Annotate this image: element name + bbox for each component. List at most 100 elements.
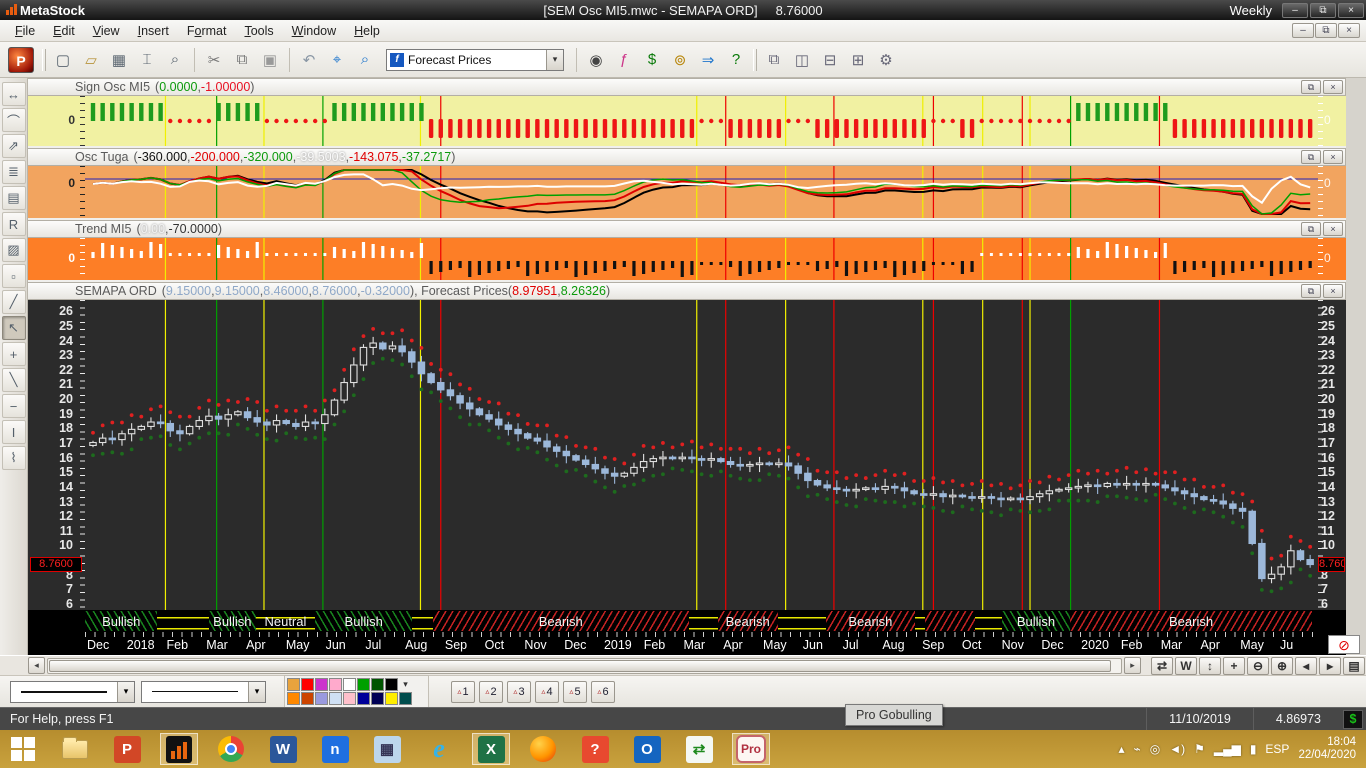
line-style-combo[interactable]: ▾ <box>10 680 135 703</box>
price-restore-button[interactable]: ⧉ <box>1301 284 1321 298</box>
rectangle-tool[interactable]: ▫ <box>1 264 26 288</box>
taskbar-help[interactable]: ? <box>576 733 614 765</box>
trend-restore-button[interactable]: ⧉ <box>1301 222 1321 236</box>
arrange-grid-button[interactable]: ⊞ <box>845 47 871 73</box>
chart-template-button-4[interactable]: ▵ 4 <box>535 680 559 703</box>
sign_osc-close-button[interactable]: × <box>1323 80 1343 94</box>
previous-chart-button[interactable]: ◂ <box>1295 656 1317 675</box>
down-line-tool[interactable]: ╲ <box>1 368 26 392</box>
chart-menu-button[interactable]: ▤ <box>1343 656 1365 675</box>
forecaster-button[interactable]: ⇒ <box>695 47 721 73</box>
taskbar-firefox[interactable] <box>524 733 562 765</box>
toolbar-drag-handle[interactable] <box>42 48 46 71</box>
minimize-button[interactable]: – <box>1282 2 1308 18</box>
menu-file[interactable]: File <box>6 22 44 40</box>
taskbar-powerpoint[interactable]: P <box>108 733 146 765</box>
chevron-down-icon[interactable]: ▾ <box>117 681 134 702</box>
color-swatch-ffffff[interactable] <box>343 678 356 691</box>
color-swatch-000055[interactable] <box>371 692 384 705</box>
trendline-tool[interactable]: ⇗ <box>1 134 26 158</box>
language-indicator[interactable]: ESP <box>1265 742 1289 756</box>
flag-icon[interactable]: ⚑ <box>1194 742 1205 756</box>
hatch-tool[interactable]: ▨ <box>1 238 26 262</box>
line-tool[interactable]: ╱ <box>1 290 26 314</box>
menu-view[interactable]: View <box>84 22 129 40</box>
cascade-windows-button[interactable]: ⧉ <box>761 47 787 73</box>
color-swatch-ff0000[interactable] <box>301 678 314 691</box>
taskbar-explorer[interactable] <box>56 733 94 765</box>
chart-template-button-5[interactable]: ▵ 5 <box>563 680 587 703</box>
toolbar-drag-handle-2[interactable] <box>753 48 757 71</box>
periodicity-weekly-button[interactable]: W <box>1175 656 1197 675</box>
refresh-button[interactable]: ⇄ <box>1151 656 1173 675</box>
chart-template-button-3[interactable]: ▵ 3 <box>507 680 531 703</box>
next-chart-button[interactable]: ▸ <box>1319 656 1341 675</box>
color-swatch-004d4d[interactable] <box>399 692 412 705</box>
new-chart-button[interactable]: ▢ <box>50 47 76 73</box>
taskbar-sync[interactable]: ⇄ <box>680 733 718 765</box>
chart-template-button-1[interactable]: ▵ 1 <box>451 680 475 703</box>
chevron-down-icon[interactable]: ▾ <box>248 681 265 702</box>
menu-insert[interactable]: Insert <box>129 22 178 40</box>
menu-format[interactable]: Format <box>178 22 236 40</box>
restore-button[interactable]: ⧉ <box>1310 2 1336 18</box>
zoom-in-button[interactable]: ⊕ <box>1271 656 1293 675</box>
pointer-tool[interactable]: ↖ <box>1 316 26 340</box>
speed-lines-tool[interactable]: ≣ <box>1 160 26 184</box>
sign_osc-plot[interactable] <box>85 96 1318 146</box>
scroll-right-button[interactable]: ▸ <box>1124 657 1141 674</box>
add-tool[interactable]: + <box>1 342 26 366</box>
color-swatch-ffaacc[interactable] <box>329 678 342 691</box>
taskbar-pro-gobulling[interactable]: Pro <box>732 733 770 765</box>
trend-close-button[interactable]: × <box>1323 222 1343 236</box>
cut-button[interactable]: ✂ <box>201 47 227 73</box>
taskbar-excel[interactable]: X <box>472 733 510 765</box>
menu-window[interactable]: Window <box>283 22 345 40</box>
color-swatch-cfe0f4[interactable] <box>329 692 342 705</box>
color-swatch-cc4400[interactable] <box>301 692 314 705</box>
vertical-scale-button[interactable]: ↕ <box>1199 656 1221 675</box>
text-tool[interactable]: R <box>1 212 26 236</box>
crosshair-button[interactable]: ⌖ <box>324 47 350 73</box>
trend-plot[interactable] <box>85 238 1318 280</box>
vertical-line-tool[interactable]: I <box>1 420 26 444</box>
usb-icon[interactable]: ⌁ <box>1133 742 1140 756</box>
color-swatch-005500[interactable] <box>371 678 384 691</box>
open-button[interactable]: ▱ <box>78 47 104 73</box>
signal-icon[interactable]: ▂▄▆ <box>1214 742 1241 756</box>
zoom-select-button[interactable]: ⌕ <box>352 47 378 73</box>
menu-edit[interactable]: Edit <box>44 22 84 40</box>
palette-dropdown-arrow[interactable]: ▾ <box>399 678 412 691</box>
start-button[interactable] <box>4 733 42 765</box>
no-more-data-button[interactable]: ⊘ <box>1328 635 1360 654</box>
paste-button[interactable]: ▣ <box>257 47 283 73</box>
scrollbar-thumb[interactable] <box>49 659 1112 672</box>
tile-horizontal-button[interactable]: ⊟ <box>817 47 843 73</box>
options-gear-button[interactable]: ⚙ <box>873 47 899 73</box>
color-swatch-cc33cc[interactable] <box>315 678 328 691</box>
color-swatch-ffee00[interactable] <box>385 692 398 705</box>
osc_tuga-plot[interactable] <box>85 166 1318 218</box>
child-restore-button[interactable]: ⧉ <box>1315 23 1337 38</box>
tile-vertical-button[interactable]: ◫ <box>789 47 815 73</box>
sign_osc-restore-button[interactable]: ⧉ <box>1301 80 1321 94</box>
battery-icon[interactable]: ▮ <box>1250 742 1257 756</box>
chart-template-button-6[interactable]: ▵ 6 <box>591 680 615 703</box>
color-swatch-9a9ade[interactable] <box>315 692 328 705</box>
undo-button[interactable]: ↶ <box>296 47 322 73</box>
chart-template-button-2[interactable]: ▵ 2 <box>479 680 503 703</box>
zigzag-tool[interactable]: ⌇ <box>1 446 26 470</box>
remove-tool[interactable]: − <box>1 394 26 418</box>
color-swatch-ffc0cb[interactable] <box>343 692 356 705</box>
taskbar-calculator[interactable]: ▦ <box>368 733 406 765</box>
menu-help[interactable]: Help <box>345 22 389 40</box>
explorer-button[interactable]: ⊚ <box>667 47 693 73</box>
menu-tools[interactable]: Tools <box>235 22 282 40</box>
color-swatch-e8a33d[interactable] <box>287 678 300 691</box>
price-plot[interactable] <box>85 300 1318 610</box>
network-icon[interactable]: ◎ <box>1150 742 1160 756</box>
scroll-tool[interactable]: ↔ <box>1 82 26 106</box>
child-close-button[interactable]: × <box>1338 23 1360 38</box>
taskbar-maxthon[interactable]: n <box>316 733 354 765</box>
color-swatch-000000[interactable] <box>385 678 398 691</box>
